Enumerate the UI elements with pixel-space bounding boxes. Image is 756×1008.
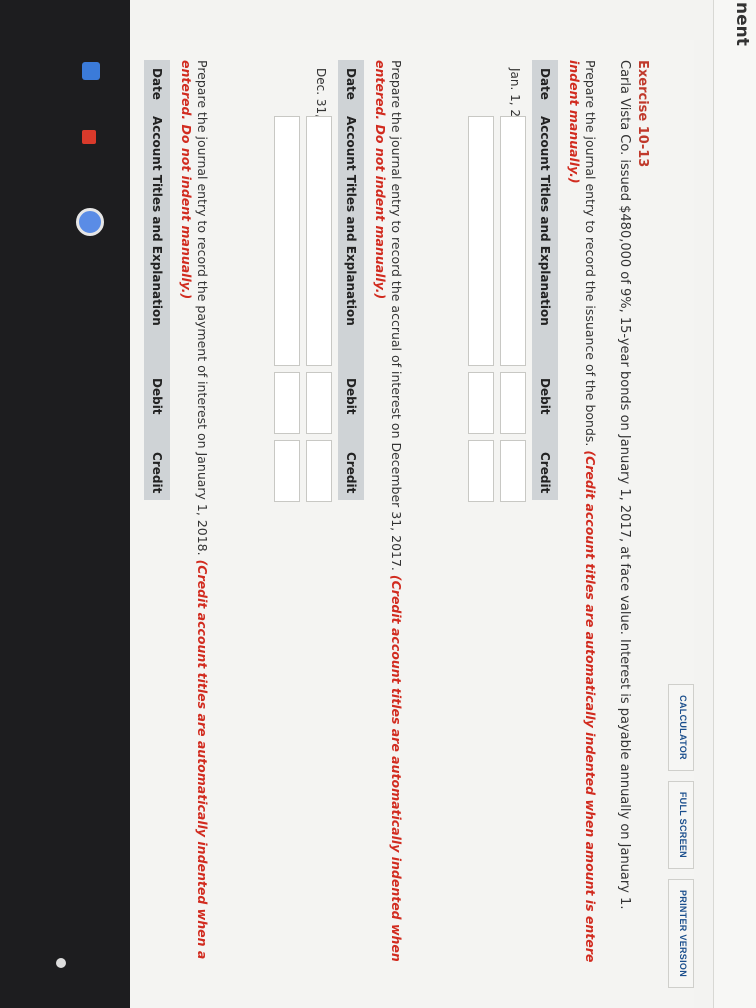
credit-input-1[interactable] (306, 440, 332, 502)
docs-icon[interactable] (82, 62, 100, 80)
account-title-input-2[interactable] (274, 116, 300, 366)
header-date: Date (344, 68, 358, 100)
full-screen-button[interactable]: FULL SCREEN (668, 780, 694, 869)
journal-entry: Dec. 31, 2017 (188, 60, 338, 502)
debit-input-1[interactable] (500, 372, 526, 434)
printer-version-button[interactable]: PRINTER VERSION (668, 878, 694, 988)
toolbar: CALCULATOR FULL SCREEN PRINTER VERSION (668, 684, 694, 988)
instruction-text: Prepare the journal entry to record the … (372, 60, 404, 1000)
exercise-title: Exercise 10-13 (635, 60, 650, 168)
instruction-main: Prepare the journal entry to record the … (389, 60, 404, 571)
account-title-input-2[interactable] (468, 116, 494, 366)
browser-top-bar: nent (713, 0, 756, 1008)
credit-input-2[interactable] (274, 440, 300, 502)
debit-input-1[interactable] (306, 372, 332, 434)
instruction-main: Prepare the journal entry to record the … (195, 60, 210, 556)
journal-header-row: Date Account Titles and Explanation Debi… (532, 60, 558, 500)
journal-entry: Jan. 1, 2017 (382, 60, 532, 502)
header-credit: Credit (344, 452, 358, 494)
os-taskbar (0, 0, 130, 1008)
account-title-input-1[interactable] (306, 116, 332, 366)
header-credit: Credit (538, 452, 552, 494)
play-store-icon[interactable] (82, 130, 96, 144)
page-heading-fragment: nent (732, 2, 752, 46)
journal-section-3: Prepare the journal entry to record the … (144, 60, 210, 1000)
header-date: Date (538, 68, 552, 100)
rotated-screen: nent CALCULATOR FULL SCREEN PRINTER VERS… (0, 0, 756, 1008)
header-credit: Credit (150, 452, 164, 494)
drive-icon[interactable] (76, 208, 104, 236)
header-account-titles: Account Titles and Explanation (150, 116, 164, 326)
header-debit: Debit (538, 378, 552, 415)
header-account-titles: Account Titles and Explanation (344, 116, 358, 326)
journal-header-row: Date Account Titles and Explanation Debi… (338, 60, 364, 500)
journal-section-2: Prepare the journal entry to record the … (188, 60, 404, 1000)
exercise-description: Carla Vista Co. issued $480,000 of 9%, 1… (617, 60, 632, 910)
calculator-button[interactable]: CALCULATOR (668, 684, 694, 771)
credit-input-2[interactable] (468, 440, 494, 502)
instruction-text: Prepare the journal entry to record the … (178, 60, 210, 1000)
instruction-main: Prepare the journal entry to record the … (583, 60, 598, 447)
credit-input-1[interactable] (500, 440, 526, 502)
journal-header-row: Date Account Titles and Explanation Debi… (144, 60, 170, 500)
tray-status-icon (56, 958, 66, 968)
account-title-input-1[interactable] (500, 116, 526, 366)
exercise-panel: CALCULATOR FULL SCREEN PRINTER VERSION E… (130, 40, 694, 1008)
instruction-text: Prepare the journal entry to record the … (566, 60, 598, 1000)
header-debit: Debit (150, 378, 164, 415)
debit-input-2[interactable] (274, 372, 300, 434)
header-debit: Debit (344, 378, 358, 415)
debit-input-2[interactable] (468, 372, 494, 434)
header-date: Date (150, 68, 164, 100)
header-account-titles: Account Titles and Explanation (538, 116, 552, 326)
journal-section-1: Prepare the journal entry to record the … (382, 60, 598, 1000)
